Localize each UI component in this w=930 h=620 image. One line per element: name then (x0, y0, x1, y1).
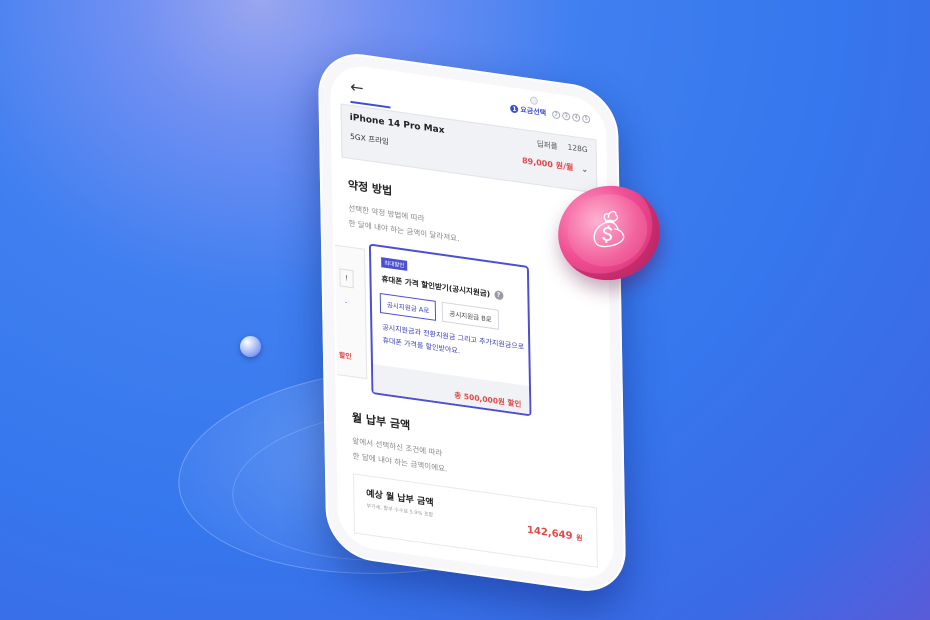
plan-name: 5GX 프라임 (349, 131, 389, 147)
subsidy-a-button[interactable]: 공시지원금 A로 (379, 292, 437, 321)
step-indicator: 1 요금선택 2 3 4 5 (509, 103, 591, 124)
money-bag-icon: 💰︎ (582, 206, 633, 255)
option-desc: 공시지원금과 전환지원금 그리고 추가지원금으로 휴대폰 가격을 할인받아요. (382, 323, 525, 356)
decor-bubble (240, 336, 261, 357)
background-scene: % ← 1 요금선택 2 3 4 5 iP (0, 0, 930, 620)
contract-option-side[interactable]: ! - 할인 (334, 244, 368, 380)
side-option-box: ! (339, 268, 354, 289)
step-3[interactable]: 3 (562, 111, 571, 121)
device-storage: 128G (567, 142, 588, 155)
phone-screen: ← 1 요금선택 2 3 4 5 iPhone 14 Pro Max 딥퍼플 1… (329, 61, 615, 584)
step-5[interactable]: 5 (582, 114, 591, 124)
discount-total: 총 500,000원 할인 (372, 364, 530, 415)
monthly-amount-unit: 원 (575, 533, 583, 543)
step-4[interactable]: 4 (572, 113, 581, 123)
side-option-label: 할인 (338, 351, 352, 362)
device-color: 딥퍼플 (536, 139, 558, 152)
step-active-label: 요금선택 (520, 105, 547, 118)
phone-mockup: ← 1 요금선택 2 3 4 5 iPhone 14 Pro Max 딥퍼플 1… (317, 48, 627, 597)
max-discount-badge: 최대할인 (381, 257, 408, 271)
help-icon[interactable]: ? (494, 290, 504, 301)
step-2[interactable]: 2 (552, 110, 561, 120)
side-option-tick: - (344, 299, 348, 307)
plan-price: 89,000 원/월 (521, 156, 574, 173)
step-number-active: 1 (510, 104, 519, 114)
chevron-down-icon[interactable]: ⌄ (581, 164, 588, 174)
arrow-left-icon[interactable]: ← (350, 77, 364, 98)
contract-option-selected[interactable]: 최대할인 휴대폰 가격 할인받기(공시지원금) ? 공시지원금 A로 공시지원금… (368, 243, 532, 417)
contract-options: ! - 할인 최대할인 휴대폰 가격 할인받기(공시지원금) ? 공시지원금 A… (334, 241, 596, 426)
step-active[interactable]: 1 요금선택 (509, 103, 550, 119)
subsidy-b-button[interactable]: 공시지원금 B로 (442, 301, 499, 330)
